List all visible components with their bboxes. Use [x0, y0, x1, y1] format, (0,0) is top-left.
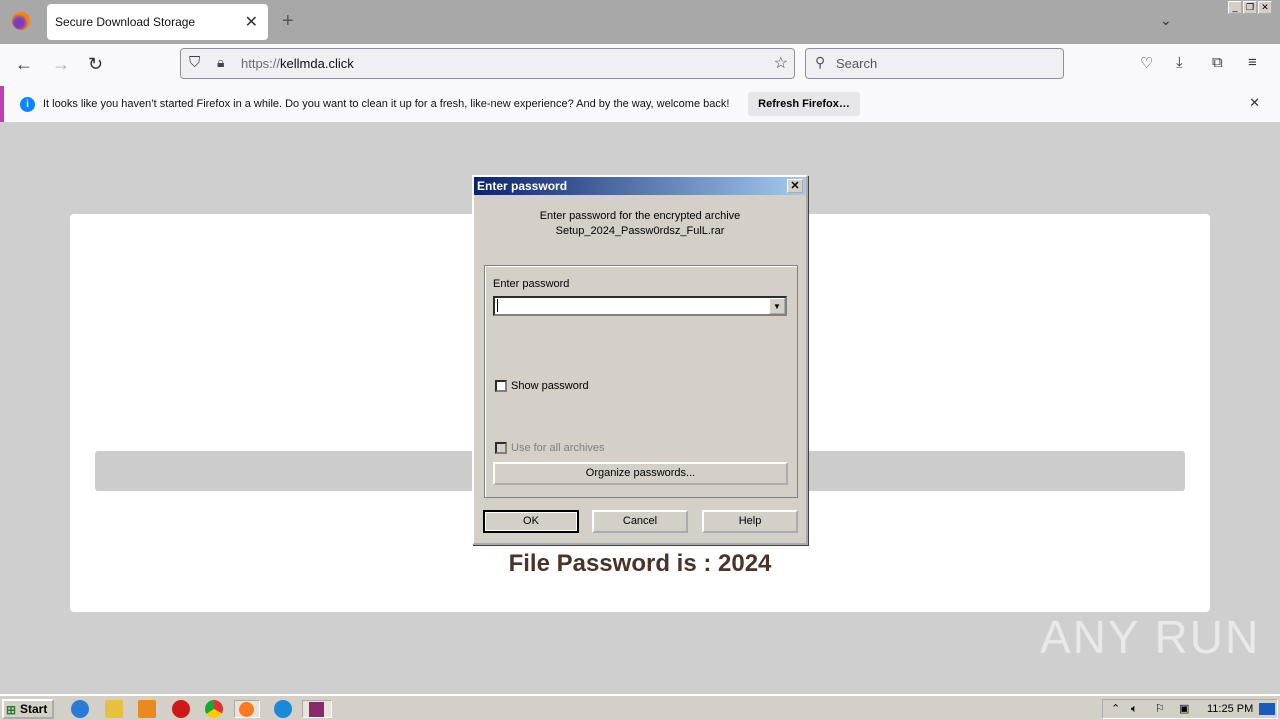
show-password-checkbox[interactable]: [495, 380, 507, 392]
bookmark-star-icon[interactable]: ☆: [774, 53, 788, 73]
notification-bar: i It looks like you haven’t started Fire…: [0, 86, 1280, 122]
refresh-firefox-button[interactable]: Refresh Firefox…: [748, 92, 860, 116]
search-placeholder: Search: [836, 56, 878, 71]
url-prefix: https://: [241, 56, 281, 71]
clock[interactable]: 11:25 PM: [1207, 700, 1253, 718]
ie-icon[interactable]: [71, 700, 89, 718]
archive-name: Setup_2024_Passw0rdsz_FulL.rar: [555, 225, 725, 237]
text-cursor: [497, 299, 498, 312]
download-icon[interactable]: ⤓: [1176, 54, 1183, 71]
media-player-icon[interactable]: [138, 700, 156, 718]
desktop-icon[interactable]: [1259, 703, 1275, 715]
close-notification-icon[interactable]: ✕: [1249, 95, 1260, 111]
info-icon: i: [20, 96, 35, 112]
password-input[interactable]: ▼: [493, 296, 787, 316]
opera-icon[interactable]: [172, 700, 190, 718]
close-window-icon[interactable]: ✕: [1258, 1, 1272, 14]
firefox-icon[interactable]: [12, 12, 30, 30]
system-tray: ⌃ 🔈︎ ⚐ ▣ 11:25 PM: [1102, 699, 1278, 719]
tab-title: Secure Download Storage: [55, 15, 196, 29]
explorer-icon[interactable]: [105, 700, 123, 718]
password-label: Enter password: [493, 278, 570, 290]
shield-icon[interactable]: ⛉: [189, 54, 200, 71]
start-label: Start: [20, 702, 48, 716]
close-tab-icon[interactable]: ✕: [245, 12, 258, 32]
chevron-down-icon[interactable]: ⌄: [1160, 12, 1172, 29]
menu-icon[interactable]: ≡: [1248, 54, 1257, 71]
firefox-taskbar-button[interactable]: [234, 700, 260, 718]
anyrun-watermark: ANY RUN: [1040, 611, 1261, 663]
dialog-message: Enter password for the encrypted archive: [539, 210, 741, 222]
url-host: kellmda.click: [280, 56, 354, 71]
pocket-icon[interactable]: ♡: [1140, 54, 1153, 72]
lock-icon[interactable]: 🔒︎: [217, 54, 224, 71]
start-button[interactable]: ⊞ Start: [2, 699, 54, 719]
organize-passwords-button[interactable]: Organize passwords...: [493, 462, 788, 485]
tab-bar: Secure Download Storage ✕ + ⌄ _ ❐ ✕: [0, 0, 1280, 44]
reload-icon[interactable]: ↻: [88, 54, 103, 75]
help-button[interactable]: Help: [702, 510, 798, 533]
cancel-button[interactable]: Cancel: [592, 510, 688, 533]
show-password-label: Show password: [511, 380, 589, 392]
restore-icon[interactable]: ❐: [1243, 1, 1257, 14]
password-dialog: Enter password ✕ Enter password for the e…: [472, 175, 808, 545]
use-all-archives-label: Use for all archives: [511, 442, 605, 454]
back-icon[interactable]: ←: [15, 54, 33, 75]
windows-logo-icon: ⊞: [6, 703, 17, 717]
tab-active[interactable]: Secure Download Storage ✕: [47, 4, 268, 40]
password-text: File Password is : 2024: [508, 550, 772, 577]
chrome-icon[interactable]: [205, 700, 223, 718]
dialog-titlebar: Enter password ✕: [474, 177, 806, 195]
notification-text: It looks like you haven’t started Firefo…: [43, 98, 730, 110]
search-input[interactable]: ⚲ Search: [805, 48, 1064, 79]
network-icon[interactable]: ▣: [1179, 700, 1189, 718]
winrar-taskbar-button[interactable]: [302, 700, 332, 718]
new-tab-icon[interactable]: +: [282, 10, 294, 33]
forward-icon[interactable]: →: [52, 54, 70, 75]
dialog-title: Enter password: [477, 179, 568, 193]
dialog-close-icon[interactable]: ✕: [787, 179, 803, 193]
extensions-icon[interactable]: ⧉: [1212, 54, 1223, 71]
edge-icon[interactable]: [274, 700, 292, 718]
ok-button[interactable]: OK: [483, 510, 579, 533]
search-icon: ⚲: [815, 54, 826, 70]
taskbar: ⊞ Start ⌃ 🔈︎ ⚐ ▣ 11:25 PM: [0, 694, 1280, 720]
minimize-icon[interactable]: _: [1228, 1, 1242, 14]
window-controls: _ ❐ ✕: [1228, 1, 1272, 14]
flag-icon[interactable]: ⚐: [1155, 700, 1165, 718]
volume-icon[interactable]: 🔈︎: [1131, 700, 1138, 718]
dropdown-arrow-icon[interactable]: ▼: [769, 298, 785, 314]
url-bar[interactable]: ⛉ 🔒︎ https://kellmda.click ☆: [180, 48, 795, 79]
use-all-archives-checkbox[interactable]: [495, 442, 507, 454]
tray-expand-icon[interactable]: ⌃: [1111, 700, 1120, 718]
password-group: Enter password ▼ Show password Use for a…: [484, 265, 798, 498]
